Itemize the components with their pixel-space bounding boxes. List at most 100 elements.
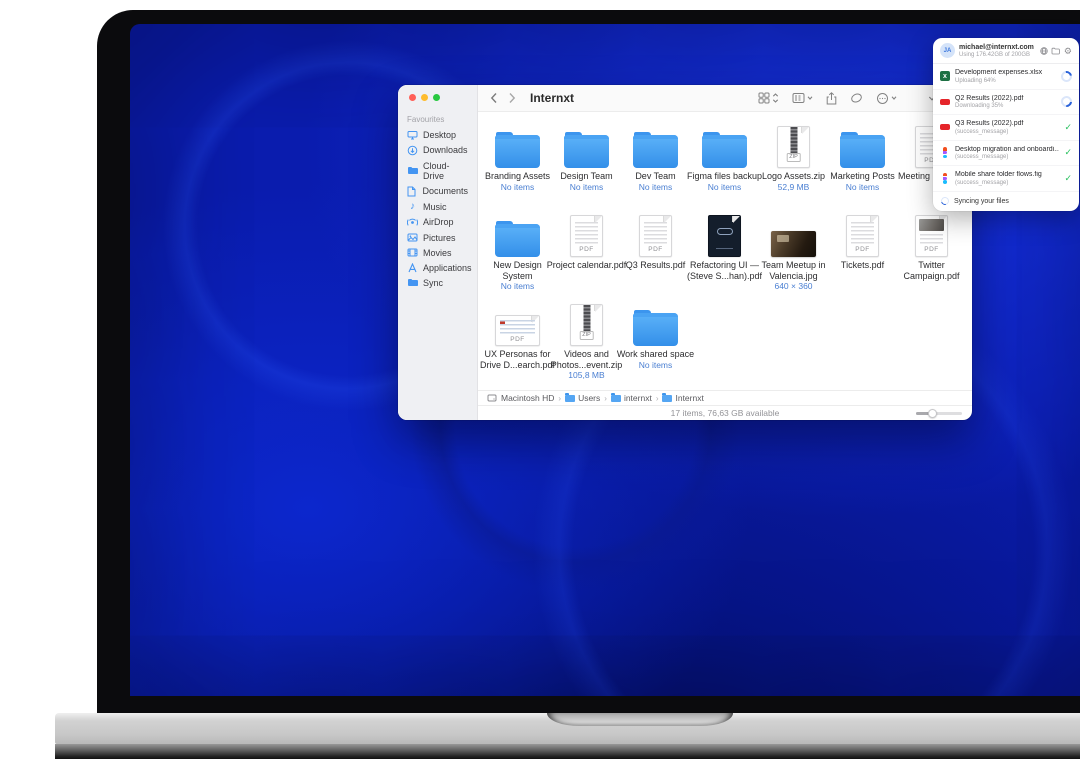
file-item[interactable]: New Design System No items <box>483 211 552 300</box>
globe-icon[interactable] <box>1040 47 1048 55</box>
pdf-icon <box>940 99 950 105</box>
file-item[interactable]: PDF Project calendar.pdf <box>552 211 621 300</box>
sidebar-item-cloud-drive[interactable]: Cloud-Drive <box>398 158 477 183</box>
finder-sidebar: Favourites Desktop Downloads Cloud-Drive… <box>398 85 478 420</box>
finder-toolbar: Internxt <box>478 85 972 112</box>
image-file-icon <box>771 211 816 257</box>
laptop-base <box>55 713 1080 759</box>
sync-file-name: Mobile share folder flows.fig <box>955 171 1059 178</box>
success-check-icon: ✓ <box>1064 147 1072 158</box>
file-name: Marketing Posts <box>823 171 903 182</box>
sidebar-item-music[interactable]: ♪ Music <box>398 199 477 214</box>
file-item[interactable]: Refactoring UI — (Steve S...han).pdf <box>690 211 759 300</box>
folder-icon <box>633 300 678 346</box>
back-button[interactable] <box>490 92 498 104</box>
ebook-file-icon <box>708 211 741 257</box>
sync-item[interactable]: x Development expenses.xlsx Uploading 64… <box>933 64 1079 90</box>
folder-icon <box>495 211 540 257</box>
sidebar-item-label: Music <box>423 202 447 212</box>
sidebar-item-label: AirDrop <box>423 217 454 227</box>
sync-popup[interactable]: JA michael@internxt.com Using 176.42GB o… <box>933 38 1079 211</box>
gear-icon[interactable]: ⚙ <box>1064 47 1072 55</box>
sync-status-label: Syncing your files <box>954 198 1009 205</box>
airdrop-icon <box>407 217 418 228</box>
breadcrumb-item[interactable]: Macintosh HD <box>501 393 554 403</box>
sidebar-item-label: Cloud-Drive <box>423 161 468 181</box>
more-actions-button[interactable] <box>876 92 897 105</box>
folder-icon <box>633 122 678 168</box>
minimize-button[interactable] <box>421 94 428 101</box>
file-item[interactable]: Work shared space No items <box>621 300 690 389</box>
folder-icon[interactable] <box>1051 47 1060 55</box>
file-name: Refactoring UI — (Steve S...han).pdf <box>685 260 765 281</box>
icon-size-slider[interactable] <box>916 412 962 415</box>
sidebar-item-downloads[interactable]: Downloads <box>398 142 477 158</box>
sync-item[interactable]: Desktop migration and onboardi... (succe… <box>933 141 1079 167</box>
sidebar-item-desktop[interactable]: Desktop <box>398 127 477 142</box>
file-item[interactable]: Figma files backup No items <box>690 122 759 211</box>
tag-icon[interactable] <box>850 92 863 104</box>
disk-icon <box>487 394 497 402</box>
music-icon: ♪ <box>407 203 418 211</box>
desktop-icon <box>407 130 418 140</box>
sync-file-status: (success_message) <box>955 154 1059 160</box>
sidebar-item-airdrop[interactable]: AirDrop <box>398 214 477 230</box>
file-grid-area: Branding Assets No items Design Team No … <box>478 112 972 390</box>
pdf-icon <box>940 124 950 130</box>
file-name: Figma files backup <box>685 171 765 182</box>
sync-item[interactable]: Q3 Results (2022).pdf (success_message) … <box>933 115 1079 141</box>
file-item[interactable]: ZIP Logo Assets.zip 52,9 MB <box>759 122 828 211</box>
sync-item[interactable]: Q2 Results (2022).pdf Downloading 35% <box>933 90 1079 116</box>
forward-button[interactable] <box>508 92 516 104</box>
success-check-icon: ✓ <box>1064 122 1072 133</box>
folder-icon <box>564 122 609 168</box>
file-name: Design Team <box>547 171 627 182</box>
file-item[interactable]: Dev Team No items <box>621 122 690 211</box>
sidebar-item-documents[interactable]: Documents <box>398 183 477 199</box>
sidebar-item-sync[interactable]: Sync <box>398 275 477 290</box>
folder-icon <box>407 166 418 175</box>
share-button[interactable] <box>826 92 837 105</box>
sync-file-name: Desktop migration and onboardi... <box>955 146 1059 153</box>
finder-window[interactable]: Favourites Desktop Downloads Cloud-Drive… <box>398 85 972 420</box>
group-by-button[interactable] <box>792 92 813 104</box>
file-item[interactable]: ZIP Videos and Photos...event.zip 105,8 … <box>552 300 621 389</box>
file-name: New Design System <box>478 260 558 281</box>
zip-file-icon: ZIP <box>777 122 810 168</box>
view-toggle-button[interactable] <box>758 92 779 104</box>
breadcrumb-item[interactable]: Internxt <box>662 393 703 403</box>
document-icon <box>407 186 417 197</box>
file-item[interactable]: PDF Twitter Campaign.pdf <box>897 211 966 300</box>
sidebar-item-movies[interactable]: Movies <box>398 245 477 260</box>
close-button[interactable] <box>409 94 416 101</box>
xlsx-icon: x <box>940 71 950 81</box>
pdf-file-icon: PDF <box>570 211 603 257</box>
laptop-lid-notch <box>547 713 733 726</box>
file-name: UX Personas for Drive D...earch.pdf <box>478 349 558 370</box>
sidebar-item-pictures[interactable]: Pictures <box>398 230 477 245</box>
sync-item[interactable]: Mobile share folder flows.fig (success_m… <box>933 166 1079 192</box>
file-info: 640 × 360 <box>774 281 812 291</box>
file-item[interactable]: Branding Assets No items <box>483 122 552 211</box>
breadcrumb-item[interactable]: internxt <box>611 393 652 403</box>
file-name: Project calendar.pdf <box>547 260 627 271</box>
file-item[interactable]: Marketing Posts No items <box>828 122 897 211</box>
sidebar-item-applications[interactable]: Applications <box>398 260 477 275</box>
zoom-button[interactable] <box>433 94 440 101</box>
file-item[interactable]: Team Meetup in Valencia.jpg 640 × 360 <box>759 211 828 300</box>
sidebar-section-label: Favourites <box>398 115 477 127</box>
breadcrumb-separator: › <box>656 394 659 403</box>
file-name: Logo Assets.zip <box>754 171 834 182</box>
file-item[interactable]: PDF UX Personas for Drive D...earch.pdf <box>483 300 552 389</box>
file-item[interactable]: Design Team No items <box>552 122 621 211</box>
breadcrumb-item[interactable]: Users <box>565 393 600 403</box>
storage-usage: Using 176.42GB of 200GB <box>959 52 1036 58</box>
pdf-file-icon: PDF <box>639 211 672 257</box>
sync-file-name: Q3 Results (2022).pdf <box>955 120 1059 127</box>
file-name: Dev Team <box>616 171 696 182</box>
file-item[interactable]: PDF Tickets.pdf <box>828 211 897 300</box>
breadcrumb-separator: › <box>604 394 607 403</box>
file-item[interactable]: PDF Q3 Results.pdf <box>621 211 690 300</box>
file-info: No items <box>501 182 535 192</box>
sidebar-item-label: Downloads <box>423 145 468 155</box>
